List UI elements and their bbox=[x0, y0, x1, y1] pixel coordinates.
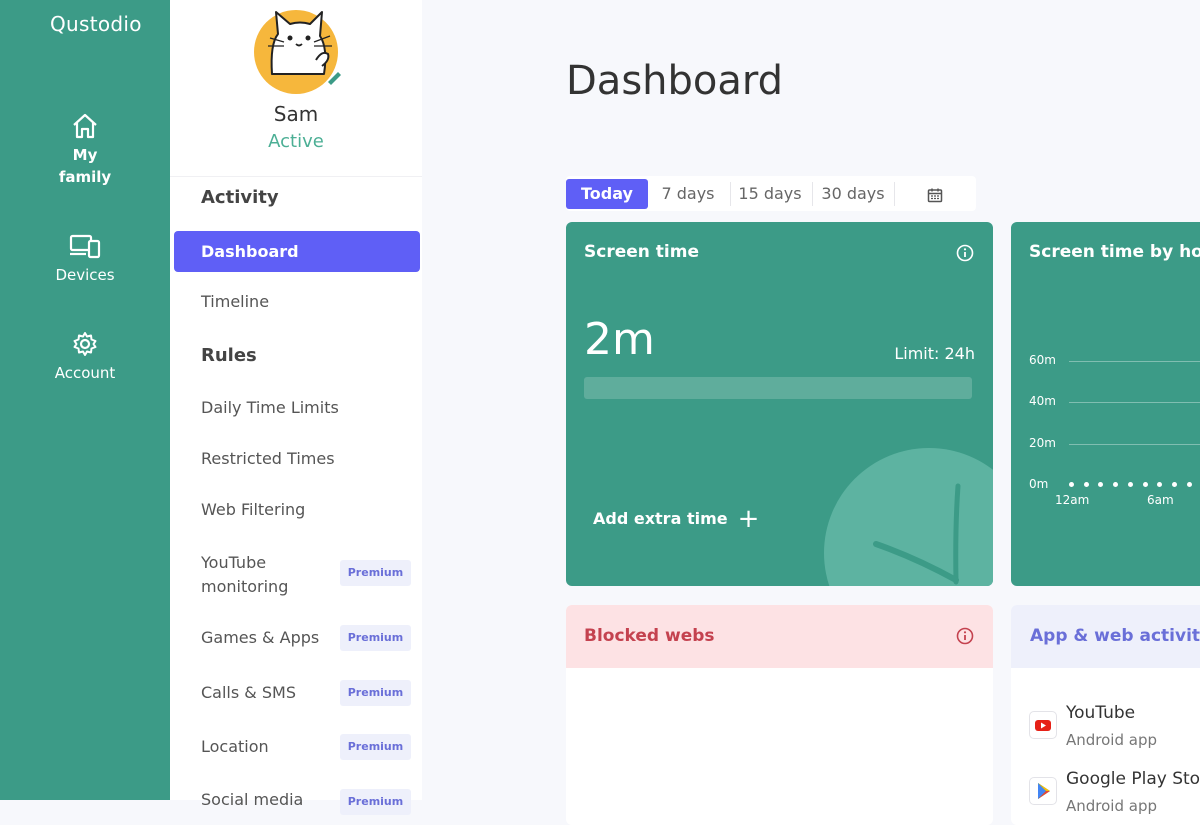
calendar-button[interactable] bbox=[918, 179, 952, 209]
nav-item-restricted-times[interactable]: Restricted Times bbox=[201, 449, 335, 468]
youtube-icon bbox=[1029, 711, 1057, 739]
profile-name: Sam bbox=[273, 102, 319, 126]
profile-header: Sam Active bbox=[170, 0, 422, 177]
hour-data-point bbox=[1171, 482, 1177, 487]
google-play-icon bbox=[1029, 777, 1057, 805]
card-title: Screen time by hour bbox=[1029, 242, 1200, 262]
screen-time-limit: Limit: 24h bbox=[894, 344, 975, 363]
y-tick-label: 60m bbox=[1029, 353, 1056, 367]
hour-data-point bbox=[1142, 482, 1148, 487]
y-tick-label: 20m bbox=[1029, 436, 1056, 450]
sidebar: Sam Active Activity Dashboard Timeline R… bbox=[170, 0, 422, 815]
premium-badge: Premium bbox=[340, 680, 411, 706]
nav-item-label: YouTube bbox=[201, 553, 267, 572]
premium-badge: Premium bbox=[340, 560, 411, 586]
screen-time-by-hour-card: Screen time by hour 60m 40m 20m 0m 12am … bbox=[1011, 222, 1200, 586]
premium-badge: Premium bbox=[340, 734, 411, 760]
x-tick-label: 6am bbox=[1147, 493, 1174, 507]
app-type: Android app bbox=[1066, 731, 1157, 749]
rail-item-devices[interactable]: Devices bbox=[0, 232, 170, 286]
divider bbox=[812, 182, 813, 206]
add-extra-time-label: Add extra time bbox=[593, 509, 728, 528]
app-web-activity-card: App & web activity YouTube Android app G… bbox=[1011, 605, 1200, 825]
rail-item-label: My bbox=[72, 146, 98, 164]
page-title: Dashboard bbox=[566, 58, 784, 104]
app-web-activity-header: App & web activity bbox=[1011, 605, 1200, 668]
range-today-button[interactable]: Today bbox=[566, 179, 648, 209]
x-tick-label: 12am bbox=[1055, 493, 1090, 507]
card-title: Screen time bbox=[584, 242, 699, 262]
grid-line bbox=[1069, 361, 1200, 362]
screen-time-value: 2m bbox=[584, 314, 655, 365]
calendar-icon bbox=[927, 188, 943, 202]
hour-data-point bbox=[1157, 482, 1163, 487]
section-heading-activity: Activity bbox=[201, 187, 279, 208]
section-heading-rules: Rules bbox=[201, 345, 257, 366]
gear-icon bbox=[73, 332, 97, 356]
rail-item-label: family bbox=[58, 168, 112, 186]
screen-time-card: Screen time 2m Limit: 24h Add extra time… bbox=[566, 222, 993, 586]
hour-data-point bbox=[1069, 482, 1074, 487]
nav-item-youtube-monitoring[interactable]: YouTube monitoring bbox=[201, 551, 288, 599]
rail-item-label: Account bbox=[54, 364, 116, 382]
add-extra-time-button[interactable]: Add extra time + bbox=[593, 501, 760, 534]
nav-item-games-apps[interactable]: Games & Apps bbox=[201, 628, 319, 647]
hour-data-point bbox=[1186, 482, 1192, 487]
blocked-webs-header: Blocked webs bbox=[566, 605, 993, 668]
left-rail: Qustodio My family Devices Account bbox=[0, 0, 170, 800]
divider bbox=[730, 182, 731, 206]
premium-badge: Premium bbox=[340, 789, 411, 815]
nav-item-timeline[interactable]: Timeline bbox=[201, 292, 269, 311]
premium-badge: Premium bbox=[340, 625, 411, 651]
nav-item-web-filtering[interactable]: Web Filtering bbox=[201, 500, 305, 519]
hour-data-point bbox=[1083, 482, 1089, 487]
plus-icon: + bbox=[737, 504, 760, 534]
devices-icon bbox=[69, 234, 101, 259]
profile-status: Active bbox=[268, 131, 324, 152]
grid-line bbox=[1069, 402, 1200, 403]
app-name: Google Play Store bbox=[1066, 769, 1200, 789]
cat-avatar-icon[interactable] bbox=[250, 4, 346, 94]
brand-logo[interactable]: Qustodio bbox=[50, 12, 142, 36]
nav-item-daily-time-limits[interactable]: Daily Time Limits bbox=[201, 398, 339, 417]
date-range-selector: Today 7 days 15 days 30 days bbox=[566, 176, 976, 211]
card-title: App & web activity bbox=[1030, 626, 1200, 646]
nav-item-location[interactable]: Location bbox=[201, 737, 269, 756]
rail-item-label: Devices bbox=[55, 266, 115, 284]
nav-item-calls-sms[interactable]: Calls & SMS bbox=[201, 683, 296, 702]
hour-data-point bbox=[1113, 482, 1119, 487]
screen-time-progress-bar bbox=[584, 377, 972, 399]
range-15-days-button[interactable]: 15 days bbox=[734, 179, 806, 209]
home-icon bbox=[73, 113, 97, 139]
info-icon[interactable] bbox=[956, 627, 974, 645]
rail-item-account[interactable]: Account bbox=[0, 330, 170, 384]
nav-item-dashboard[interactable]: Dashboard bbox=[174, 231, 420, 272]
y-tick-label: 0m bbox=[1029, 477, 1049, 491]
y-tick-label: 40m bbox=[1029, 394, 1056, 408]
range-7-days-button[interactable]: 7 days bbox=[652, 179, 724, 209]
clock-illustration-icon bbox=[824, 448, 993, 586]
grid-line bbox=[1069, 444, 1200, 445]
rail-item-my-family[interactable]: My family bbox=[0, 112, 170, 188]
app-name: YouTube bbox=[1066, 703, 1136, 723]
card-title: Blocked webs bbox=[584, 626, 715, 646]
nav-item-label: monitoring bbox=[201, 577, 289, 596]
divider bbox=[894, 182, 895, 206]
hour-data-point bbox=[1098, 482, 1104, 487]
range-30-days-button[interactable]: 30 days bbox=[816, 179, 890, 209]
info-icon[interactable] bbox=[956, 244, 974, 262]
hour-data-point bbox=[1127, 482, 1133, 487]
blocked-webs-card: Blocked webs bbox=[566, 605, 993, 825]
